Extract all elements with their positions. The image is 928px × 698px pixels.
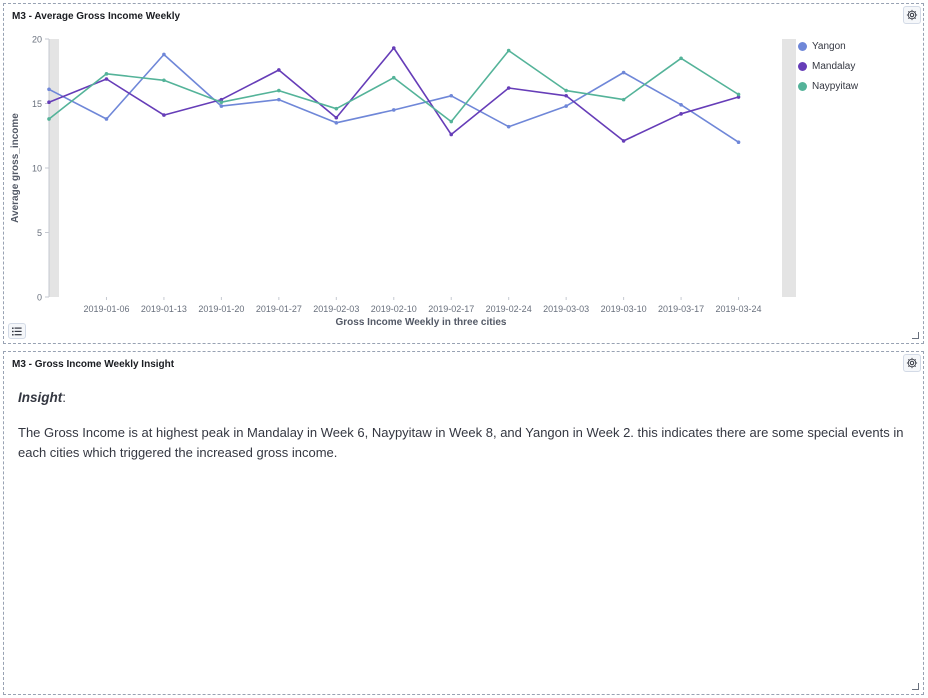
line-chart: Average gross_income Gross Income Weekly…	[10, 35, 796, 328]
data-point-naypyitaw	[506, 48, 511, 53]
data-point-yangon	[47, 87, 51, 92]
legend-item-naypyitaw[interactable]: Naypyitaw	[798, 76, 858, 96]
x-tick-label: 2019-02-17	[428, 304, 474, 314]
data-point-yangon	[736, 140, 741, 144]
insight-heading: Insight:	[18, 388, 913, 408]
gear-icon	[906, 357, 918, 369]
data-point-naypyitaw	[564, 88, 568, 93]
series-line-yangon	[48, 53, 739, 143]
data-point-yangon	[104, 117, 109, 121]
data-point-naypyitaw	[736, 92, 741, 97]
x-tick-label: 2019-03-10	[601, 304, 647, 314]
data-point-mandalay	[104, 77, 109, 81]
chart-panel: M3 - Average Gross Income Weekly Average…	[3, 3, 924, 344]
data-point-naypyitaw	[219, 100, 224, 105]
resize-corner-icon[interactable]	[912, 332, 919, 339]
data-point-naypyitaw	[277, 88, 281, 93]
insight-content: Insight: The Gross Income is at highest …	[18, 388, 913, 463]
data-point-naypyitaw	[449, 119, 454, 124]
data-point-naypyitaw	[47, 117, 51, 121]
data-point-mandalay	[277, 68, 281, 72]
panel-title: M3 - Gross Income Weekly Insight	[12, 359, 175, 370]
y-tick-label: 5	[37, 228, 42, 238]
data-point-naypyitaw	[391, 75, 396, 80]
legend-item-mandalay[interactable]: Mandalay	[798, 56, 858, 76]
y-axis-label: Average gross_income	[10, 113, 21, 223]
legend-toggle-button[interactable]	[8, 323, 26, 339]
data-point-yangon	[334, 121, 339, 125]
data-point-naypyitaw	[621, 97, 626, 102]
list-icon	[12, 327, 22, 335]
panel-options-button[interactable]	[903, 354, 921, 372]
x-tick-label: 2019-02-10	[371, 304, 417, 314]
x-tick-label: 2019-01-06	[83, 304, 129, 314]
data-point-mandalay	[47, 100, 51, 105]
legend-label: Naypyitaw	[812, 80, 859, 92]
data-point-yangon	[621, 70, 626, 75]
data-point-yangon	[219, 104, 224, 108]
legend-dot	[798, 41, 807, 51]
data-point-mandalay	[162, 113, 166, 117]
data-point-mandalay	[334, 115, 339, 120]
x-tick-label: 2019-03-24	[716, 304, 762, 314]
data-point-naypyitaw	[162, 78, 166, 83]
x-tick-label: 2019-01-20	[198, 304, 244, 314]
resize-corner-icon[interactable]	[912, 683, 919, 690]
x-tick-label: 2019-02-24	[486, 304, 532, 314]
legend-item-yangon[interactable]: Yangon	[798, 36, 858, 56]
data-point-mandalay	[391, 46, 396, 50]
insight-panel: M3 - Gross Income Weekly Insight Insight…	[3, 351, 924, 695]
legend-label: Mandalay	[812, 60, 856, 72]
data-point-mandalay	[679, 112, 683, 116]
x-axis-label: Gross Income Weekly in three cities	[336, 317, 507, 328]
plot-left-band	[49, 39, 59, 297]
legend-dot	[798, 81, 807, 91]
legend-dot	[798, 61, 807, 71]
data-point-yangon	[162, 52, 166, 57]
data-point-yangon	[391, 108, 396, 112]
legend-label: Yangon	[812, 40, 846, 52]
data-point-yangon	[564, 104, 568, 108]
data-point-mandalay	[506, 86, 511, 90]
data-point-yangon	[277, 97, 281, 102]
data-point-mandalay	[564, 93, 568, 98]
data-point-naypyitaw	[679, 56, 683, 61]
y-tick-label: 15	[32, 99, 42, 109]
series-line-mandalay	[48, 47, 739, 142]
x-tick-label: 2019-03-17	[658, 304, 704, 314]
x-tick-label: 2019-02-03	[313, 304, 359, 314]
y-tick-label: 10	[32, 164, 42, 174]
insight-label: Insight	[18, 390, 63, 405]
x-tick-label: 2019-01-27	[256, 304, 302, 314]
data-point-yangon	[449, 93, 454, 98]
data-point-yangon	[679, 102, 683, 107]
insight-text: The Gross Income is at highest peak in M…	[18, 425, 904, 460]
y-tick-label: 20	[32, 35, 42, 45]
data-point-naypyitaw	[334, 106, 339, 111]
y-tick-label: 0	[37, 293, 42, 303]
x-tick-label: 2019-03-03	[543, 304, 589, 314]
insight-colon: :	[62, 390, 67, 405]
data-point-naypyitaw	[104, 72, 109, 76]
x-tick-label: 2019-01-13	[141, 304, 187, 314]
data-point-mandalay	[449, 132, 454, 137]
plot-right-band	[782, 39, 796, 297]
data-point-yangon	[506, 124, 511, 129]
data-point-mandalay	[621, 139, 626, 143]
chart-legend: Yangon Mandalay Naypyitaw	[798, 36, 858, 96]
